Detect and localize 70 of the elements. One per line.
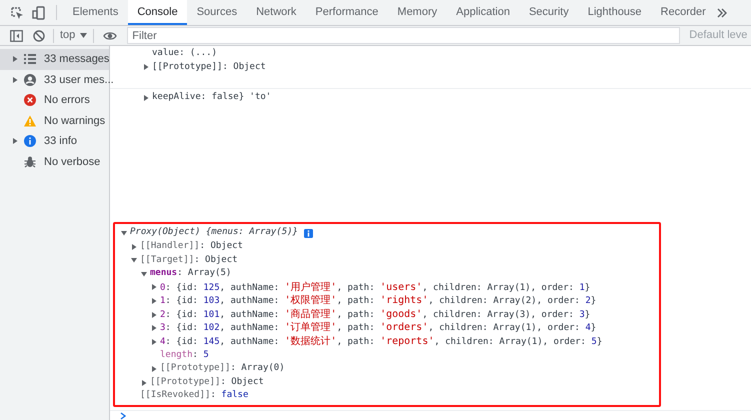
console-line[interactable]: 3: {id: 102, authName: '订单管理', path: 'orders', children: Array(1), order: 4} bbox=[160, 320, 596, 336]
warning-icon bbox=[24, 114, 36, 127]
sidebar-label: No warnings bbox=[44, 114, 106, 128]
panel-tab[interactable]: Performance bbox=[306, 0, 388, 25]
panel-tab[interactable]: Application bbox=[446, 0, 520, 25]
expand-arrow-icon[interactable] bbox=[12, 138, 18, 144]
console-line[interactable]: [[Prototype]]: Object bbox=[150, 376, 264, 390]
panel-tab[interactable]: Recorder bbox=[651, 0, 716, 25]
expand-arrow-icon[interactable] bbox=[143, 94, 149, 101]
sidebar-label: No verbose bbox=[44, 154, 100, 170]
context-dropdown[interactable]: top bbox=[54, 27, 94, 44]
console-line: [[Prototype]]: Object bbox=[152, 60, 266, 74]
panel-tab[interactable]: Memory bbox=[388, 0, 447, 25]
console-line[interactable]: Proxy(Object) {menus: Array(5)} bbox=[130, 226, 298, 240]
expand-arrow-icon[interactable] bbox=[143, 64, 149, 70]
expand-arrow-icon[interactable] bbox=[151, 366, 157, 372]
console-line[interactable]: [[Target]]: Object bbox=[140, 254, 238, 268]
expand-arrow-icon[interactable] bbox=[151, 312, 157, 318]
collapse-arrow-icon[interactable] bbox=[131, 257, 137, 264]
panel-tab[interactable]: Lighthouse bbox=[578, 0, 652, 25]
expand-arrow-icon[interactable] bbox=[151, 298, 157, 304]
sidebar-item[interactable]: No errors bbox=[0, 90, 109, 110]
bug-icon bbox=[24, 156, 36, 168]
expand-arrow-icon[interactable] bbox=[151, 284, 157, 290]
console-line[interactable]: 2: {id: 101, authName: '商品管理', path: 'goods', children: Array(3), order: 3} bbox=[160, 306, 590, 322]
panel-tab[interactable]: Network bbox=[246, 0, 306, 25]
sidebar-label: No errors bbox=[44, 93, 90, 108]
info-icon bbox=[24, 135, 36, 148]
error-icon bbox=[24, 94, 36, 106]
console-line: value: (...) bbox=[152, 47, 218, 60]
sidebar-label: 33 messages bbox=[44, 52, 110, 67]
console-line[interactable]: 4: {id: 145, authName: '数据统计', path: 'reports', children: Array(1), order: 5} bbox=[160, 334, 602, 350]
console-line: keepAlive: false} 'to' bbox=[152, 90, 272, 104]
expand-arrow-icon[interactable] bbox=[151, 338, 157, 345]
panel-tab[interactable]: Elements bbox=[63, 0, 128, 25]
sidebar-item[interactable]: 33 info bbox=[0, 131, 109, 152]
expand-arrow-icon[interactable] bbox=[151, 325, 157, 332]
filter-field[interactable]: Filter bbox=[127, 27, 680, 44]
eye-icon[interactable] bbox=[103, 30, 118, 40]
sidebar-toggle-icon[interactable] bbox=[10, 30, 23, 42]
collapse-arrow-icon[interactable] bbox=[141, 270, 147, 277]
expand-arrow-icon[interactable] bbox=[141, 380, 147, 386]
device-toolbar-icon[interactable] bbox=[32, 6, 46, 20]
expand-arrow-icon[interactable] bbox=[12, 56, 18, 62]
console-line[interactable]: 1: {id: 103, authName: '权限管理', path: 'rights', children: Array(2), order: 2} bbox=[160, 293, 596, 309]
panel-tab[interactable]: Console bbox=[128, 0, 188, 25]
panel-tab[interactable]: Sources bbox=[187, 0, 247, 25]
expand-arrow-icon[interactable] bbox=[12, 76, 18, 83]
user-icon bbox=[24, 74, 36, 86]
console-line: [[IsRevoked]]: false bbox=[140, 389, 248, 402]
collapse-arrow-icon[interactable] bbox=[121, 230, 127, 236]
inspect-icon[interactable] bbox=[10, 6, 24, 20]
info-icon[interactable] bbox=[304, 228, 313, 238]
clear-console-icon[interactable] bbox=[33, 30, 45, 42]
list-icon bbox=[24, 53, 36, 66]
panel-tab[interactable]: Security bbox=[519, 0, 578, 25]
more-tabs-icon[interactable] bbox=[717, 8, 727, 18]
sidebar-label: 33 user mes... bbox=[44, 72, 114, 88]
sidebar-item[interactable]: No warnings bbox=[0, 110, 109, 131]
console-line[interactable]: menus: Array(5) bbox=[150, 267, 232, 281]
console-line[interactable]: 0: {id: 125, authName: '用户管理', path: 'users', children: Array(1), order: 1} bbox=[160, 280, 590, 296]
console-line: length: 5 bbox=[160, 348, 209, 362]
console-line[interactable]: [[Prototype]]: Array(0) bbox=[160, 362, 285, 376]
expand-arrow-icon[interactable] bbox=[131, 244, 137, 250]
sidebar-item[interactable]: No verbose bbox=[0, 152, 109, 172]
prompt-icon bbox=[120, 412, 126, 420]
console-line[interactable]: [[Handler]]: Object bbox=[140, 240, 243, 254]
dropdown-caret-icon bbox=[80, 33, 88, 38]
sidebar-label: 33 info bbox=[44, 134, 78, 149]
sidebar-item[interactable]: 33 messages bbox=[0, 49, 109, 70]
